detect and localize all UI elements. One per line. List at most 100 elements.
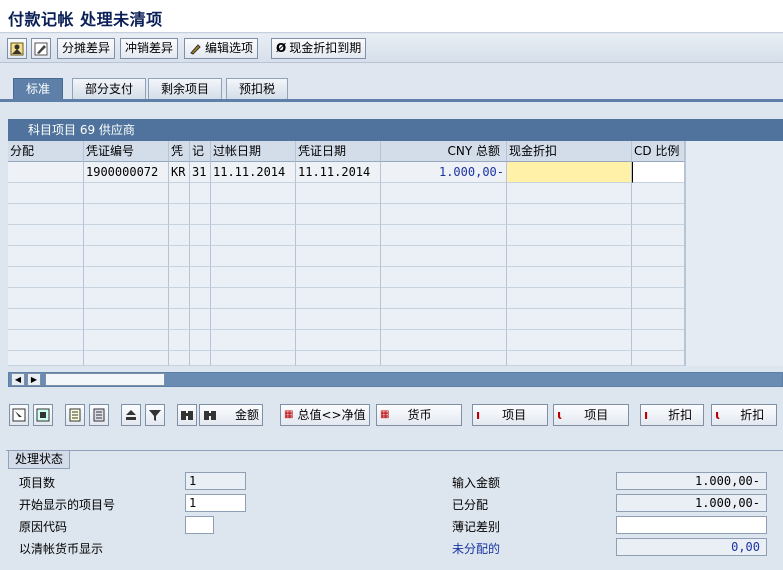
reason-code-input[interactable] xyxy=(185,516,214,534)
cash-discount-due-label: 现金折扣到期 xyxy=(289,41,362,55)
edit-icon-button[interactable] xyxy=(31,38,51,59)
horizontal-scrollbar[interactable]: ◀ ▶ xyxy=(8,372,783,387)
cell-doc-date: 11.11.2014 xyxy=(296,162,381,183)
difference-input[interactable] xyxy=(616,516,767,534)
gross-net-button[interactable]: ▦ 总值<>净值 xyxy=(280,404,370,426)
tab-withholding-tax[interactable]: 预扣税 xyxy=(226,78,289,100)
entered-amount-field: 1.000,00- xyxy=(616,472,767,490)
person-mountain-icon xyxy=(10,42,24,55)
scroll-left-icon[interactable]: ◀ xyxy=(11,373,25,386)
filter-icon xyxy=(149,410,161,421)
item-count-field: 1 xyxy=(185,472,246,490)
choose-icon-button[interactable] xyxy=(7,38,27,59)
col-header-cny-amount[interactable]: CNY 总额 xyxy=(381,141,507,162)
tab-partial-payment[interactable]: 部分支付 xyxy=(72,78,147,100)
deactivate-items-icon-button[interactable] xyxy=(89,404,109,426)
col-header-doc-date[interactable]: 凭证日期 xyxy=(296,141,381,162)
table-row xyxy=(8,204,685,225)
binoculars-icon xyxy=(204,411,216,420)
document-list-icon xyxy=(69,408,81,422)
table-row xyxy=(8,267,685,288)
item-label: 项目 xyxy=(502,408,527,422)
pin-off-icon: ɩ xyxy=(715,408,721,422)
table-row xyxy=(8,225,685,246)
calculator-icon: ▦ xyxy=(380,409,390,420)
first-item-label: 开始显示的项目号 xyxy=(19,498,116,512)
col-header-cash-discount[interactable]: 现金折扣 xyxy=(507,141,632,162)
table-row xyxy=(8,309,685,330)
select-block-icon xyxy=(36,408,50,422)
item-count-label: 项目数 xyxy=(19,476,56,490)
table-row xyxy=(8,288,685,309)
col-header-doc-type[interactable]: 凭 xyxy=(169,141,190,162)
sort-icon-button[interactable] xyxy=(121,404,141,426)
discount-label: 折扣 xyxy=(740,408,765,422)
cell-doc-type: KR xyxy=(169,162,190,183)
difference-label: 薄记差别 xyxy=(452,520,501,534)
item-label: 项目 xyxy=(584,408,609,422)
select-block-icon-button[interactable] xyxy=(33,404,53,426)
deactivate-item-button[interactable]: ɩ 项目 xyxy=(553,404,629,426)
activate-items-icon-button[interactable] xyxy=(65,404,85,426)
clearing-currency-label: 以清帐货币显示 xyxy=(19,542,104,556)
cell-posting-date: 11.11.2014 xyxy=(211,162,296,183)
col-header-posting-date[interactable]: 过帐日期 xyxy=(211,141,296,162)
first-item-input[interactable]: 1 xyxy=(185,494,246,512)
application-toolbar: 分摊差异 冲销差异 编辑选项 Ø 现金折扣到期 xyxy=(0,34,783,63)
unassigned-label: 未分配的 xyxy=(452,542,501,556)
pin-icon: ı xyxy=(644,408,649,422)
table-header-row: 分配 凭证编号 凭 记 过帐日期 凭证日期 CNY 总额 现金折扣 CD 比例 xyxy=(8,141,685,162)
page-title: 付款记帐 处理未清项 xyxy=(8,10,163,29)
unassigned-field: 0,00 xyxy=(616,538,767,556)
col-header-posting-key[interactable]: 记 xyxy=(190,141,211,162)
currency-button[interactable]: ▦ 货币 xyxy=(376,404,462,426)
scrollbar-thumb[interactable] xyxy=(45,373,165,386)
charge-off-difference-button[interactable]: 冲销差异 xyxy=(120,38,179,59)
search-amount-button[interactable]: 金额 xyxy=(199,404,264,426)
editing-options-label: 编辑选项 xyxy=(205,41,254,55)
col-header-doc-number[interactable]: 凭证编号 xyxy=(84,141,169,162)
cell-posting-key: 31 xyxy=(190,162,211,183)
cash-discount-due-button[interactable]: Ø 现金折扣到期 xyxy=(271,38,367,59)
filter-icon-button[interactable] xyxy=(145,404,165,426)
cash-discount-input[interactable] xyxy=(507,162,632,183)
entered-amount-label: 输入金额 xyxy=(452,476,501,490)
tab-strip: 标准 部分支付 剩余项目 预扣税 xyxy=(0,64,783,100)
distribute-difference-button[interactable]: 分摊差异 xyxy=(57,38,116,59)
select-all-icon-button[interactable] xyxy=(9,404,29,426)
table-row[interactable]: 1900000072 KR 31 11.11.2014 11.11.2014 1… xyxy=(8,162,685,183)
table-row xyxy=(8,330,685,351)
col-header-assignment[interactable]: 分配 xyxy=(8,141,84,162)
table-row xyxy=(8,351,685,366)
scroll-right-icon[interactable]: ▶ xyxy=(27,373,41,386)
reason-code-label: 原因代码 xyxy=(19,520,68,534)
cell-assignment xyxy=(8,162,84,183)
cell-cny-amount: 1.000,00- xyxy=(381,162,507,183)
processing-status-title: 处理状态 xyxy=(8,451,71,469)
col-header-cd-percent[interactable]: CD 比例 xyxy=(632,141,685,162)
sort-icon xyxy=(126,410,136,420)
search-icon-button[interactable] xyxy=(177,404,197,426)
pencil-icon xyxy=(190,44,201,55)
tab-standard[interactable]: 标准 xyxy=(13,78,64,100)
calculator-icon: ▦ xyxy=(284,409,294,420)
discount-label: 折扣 xyxy=(668,408,693,422)
cd-percent-input[interactable] xyxy=(632,162,685,183)
gross-net-label: 总值<>净值 xyxy=(297,408,366,422)
assigned-field: 1.000,00- xyxy=(616,494,767,512)
tab-residual-items[interactable]: 剩余项目 xyxy=(148,78,223,100)
cell-doc-number: 1900000072 xyxy=(84,162,169,183)
deactivate-discount-button[interactable]: ɩ 折扣 xyxy=(711,404,777,426)
table-empty-area xyxy=(685,141,783,366)
activate-item-button[interactable]: ı 项目 xyxy=(472,404,548,426)
editing-options-button[interactable]: 编辑选项 xyxy=(184,38,259,59)
currency-label: 货币 xyxy=(407,408,432,422)
binoculars-icon xyxy=(181,411,193,420)
select-all-icon xyxy=(12,408,26,422)
assigned-label: 已分配 xyxy=(452,498,489,512)
table-row xyxy=(8,183,685,204)
document-list-icon xyxy=(93,408,105,422)
table-row xyxy=(8,246,685,267)
activate-discount-button[interactable]: ı 折扣 xyxy=(640,404,704,426)
amount-label: 金额 xyxy=(235,408,260,422)
